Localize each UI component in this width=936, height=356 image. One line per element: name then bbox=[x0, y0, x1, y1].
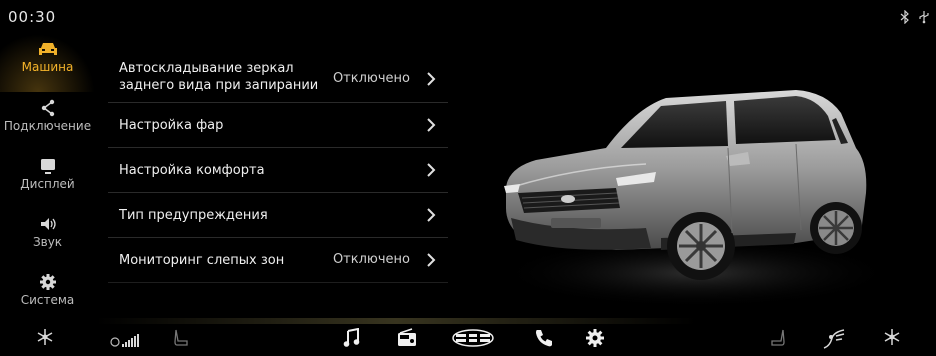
sidebar-item-connection[interactable]: Подключение bbox=[0, 93, 95, 149]
radio-icon[interactable] bbox=[396, 328, 418, 348]
share-icon bbox=[41, 99, 54, 117]
setting-value: Отключено bbox=[332, 71, 410, 86]
sidebar: Машина Подключение Дисплей Звук Система bbox=[0, 34, 95, 321]
chevron-right-icon bbox=[427, 208, 436, 222]
seat-heat-left-icon[interactable] bbox=[173, 328, 189, 348]
sidebar-item-label: Машина bbox=[21, 60, 74, 74]
chevron-right-icon bbox=[427, 118, 436, 132]
setting-title: Мониторинг слепых зон bbox=[119, 253, 285, 268]
screen: 00:30 Машина Подключение Дисплей Звук Си… bbox=[0, 0, 936, 356]
airflow-icon[interactable] bbox=[822, 328, 848, 350]
speaker-icon bbox=[40, 218, 56, 230]
fan-speed-icon[interactable] bbox=[110, 332, 144, 348]
status-icons bbox=[900, 10, 930, 24]
climate-left-icon[interactable] bbox=[36, 328, 54, 346]
setting-title: Автоскладывание зеркал заднего вида при … bbox=[119, 60, 318, 94]
sidebar-item-label: Звук bbox=[32, 235, 63, 249]
sidebar-item-system[interactable]: Система bbox=[0, 267, 95, 323]
bottom-bar bbox=[0, 322, 936, 356]
chevron-right-icon bbox=[427, 72, 436, 86]
music-icon[interactable] bbox=[343, 328, 361, 348]
setting-row-headlights[interactable]: Настройка фар bbox=[108, 103, 448, 148]
setting-value: Отключено bbox=[332, 252, 410, 267]
chevron-right-icon bbox=[427, 253, 436, 267]
settings-list: Автоскладывание зеркал заднего вида при … bbox=[108, 50, 448, 283]
phone-icon[interactable] bbox=[534, 328, 554, 348]
status-clock: 00:30 bbox=[8, 8, 57, 26]
gear-icon bbox=[39, 274, 56, 290]
display-icon bbox=[40, 159, 55, 174]
sidebar-item-display[interactable]: Дисплей bbox=[0, 151, 95, 207]
sidebar-item-car[interactable]: Машина bbox=[0, 34, 95, 92]
chevron-right-icon bbox=[427, 163, 436, 177]
setting-row-blind-spot[interactable]: Мониторинг слепых зон Отключено bbox=[108, 238, 448, 283]
seat-heat-right-icon[interactable] bbox=[770, 328, 786, 348]
climate-right-icon[interactable] bbox=[883, 328, 901, 346]
vehicle-illustration bbox=[496, 90, 888, 308]
setting-row-comfort[interactable]: Настройка комфорта bbox=[108, 148, 448, 193]
setting-title: Настройка комфорта bbox=[119, 163, 265, 178]
sidebar-item-label: Система bbox=[20, 293, 75, 307]
usb-icon bbox=[919, 11, 929, 24]
setting-title: Тип предупреждения bbox=[119, 208, 268, 223]
sidebar-item-sound[interactable]: Звук bbox=[0, 209, 95, 265]
bluetooth-icon bbox=[900, 10, 909, 24]
settings-icon[interactable] bbox=[585, 328, 605, 348]
setting-title-line2: заднего вида при запирании bbox=[119, 78, 319, 93]
sidebar-item-label: Подключение bbox=[3, 119, 92, 133]
setting-row-warning-type[interactable]: Тип предупреждения bbox=[108, 193, 448, 238]
setting-title: Настройка фар bbox=[119, 118, 224, 133]
setting-title-line1: Автоскладывание зеркал bbox=[119, 61, 294, 76]
home-logo-icon[interactable] bbox=[452, 329, 494, 347]
car-icon bbox=[38, 43, 57, 55]
sidebar-item-label: Дисплей bbox=[20, 177, 75, 191]
setting-row-mirror-fold[interactable]: Автоскладывание зеркал заднего вида при … bbox=[108, 50, 448, 103]
